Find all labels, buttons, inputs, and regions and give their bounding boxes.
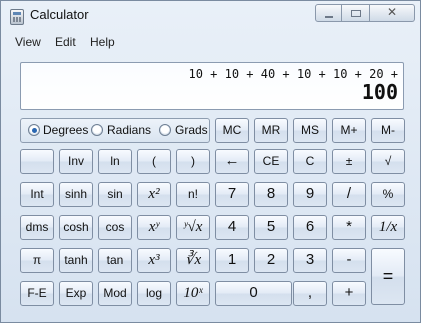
grads-radio[interactable] xyxy=(159,124,171,136)
ms-button[interactable]: MS xyxy=(293,118,327,143)
add-button[interactable]: + xyxy=(332,281,366,306)
mr-button[interactable]: MR xyxy=(254,118,288,143)
subtract-button[interactable]: - xyxy=(332,248,366,273)
digit-0-button[interactable]: 0 xyxy=(215,281,292,306)
digit-8-button[interactable]: 8 xyxy=(254,182,288,207)
title-bar[interactable]: Calculator ✕ xyxy=(1,1,420,31)
minimize-button[interactable] xyxy=(315,4,342,22)
plus-minus-button[interactable]: ± xyxy=(332,149,366,174)
tan-button[interactable]: tan xyxy=(98,248,132,273)
m-minus-button[interactable]: M- xyxy=(371,118,405,143)
window-title: Calculator xyxy=(30,7,89,22)
f-e-button[interactable]: F-E xyxy=(20,281,54,306)
digit-9-button[interactable]: 9 xyxy=(293,182,327,207)
inv-button[interactable]: Inv xyxy=(59,149,93,174)
angle-mode-group: Degrees Radians Grads xyxy=(20,118,210,143)
divide-button[interactable]: / xyxy=(332,182,366,207)
ten-power-x-button[interactable]: 10ˣ xyxy=(176,281,210,306)
close-icon: ✕ xyxy=(386,5,398,19)
result-display: 100 xyxy=(361,80,398,104)
square-root-button[interactable]: √ xyxy=(371,149,405,174)
percent-button[interactable]: % xyxy=(371,182,405,207)
grads-label[interactable]: Grads xyxy=(175,123,208,137)
expression-display: 10 + 10 + 40 + 10 + 10 + 20 + xyxy=(188,67,398,81)
x-squared-button[interactable]: x² xyxy=(137,182,171,207)
mc-button[interactable]: MC xyxy=(215,118,249,143)
menu-edit[interactable]: Edit xyxy=(55,35,76,49)
cosh-button[interactable]: cosh xyxy=(59,215,93,240)
blank-button[interactable] xyxy=(20,149,54,174)
multiply-button[interactable]: * xyxy=(332,215,366,240)
digit-5-button[interactable]: 5 xyxy=(254,215,288,240)
degrees-radio[interactable] xyxy=(28,124,40,136)
y-root-x-button[interactable]: ʸ√x xyxy=(176,215,210,240)
digit-6-button[interactable]: 6 xyxy=(293,215,327,240)
decimal-separator-button[interactable]: , xyxy=(293,281,327,306)
digit-3-button[interactable]: 3 xyxy=(293,248,327,273)
menu-help[interactable]: Help xyxy=(90,35,115,49)
maximize-icon xyxy=(351,10,361,17)
close-parenthesis-button[interactable]: ) xyxy=(176,149,210,174)
cube-root-button[interactable]: ∛x xyxy=(176,248,210,273)
dms-button[interactable]: dms xyxy=(20,215,54,240)
m-plus-button[interactable]: M+ xyxy=(332,118,366,143)
int-button[interactable]: Int xyxy=(20,182,54,207)
open-parenthesis-button[interactable]: ( xyxy=(137,149,171,174)
calculator-window: Calculator ✕ View Edit Help 10 + 10 + 40… xyxy=(0,0,421,323)
ln-button[interactable]: ln xyxy=(98,149,132,174)
backspace-button[interactable]: ← xyxy=(215,149,249,174)
digit-1-button[interactable]: 1 xyxy=(215,248,249,273)
radians-label[interactable]: Radians xyxy=(107,123,151,137)
cos-button[interactable]: cos xyxy=(98,215,132,240)
menu-view[interactable]: View xyxy=(15,35,41,49)
menu-bar: View Edit Help xyxy=(2,32,419,52)
sinh-button[interactable]: sinh xyxy=(59,182,93,207)
maximize-button[interactable] xyxy=(342,4,370,22)
digit-4-button[interactable]: 4 xyxy=(215,215,249,240)
mod-button[interactable]: Mod xyxy=(98,281,132,306)
tanh-button[interactable]: tanh xyxy=(59,248,93,273)
exp-button[interactable]: Exp xyxy=(59,281,93,306)
pi-button[interactable]: π xyxy=(20,248,54,273)
digit-7-button[interactable]: 7 xyxy=(215,182,249,207)
minimize-icon xyxy=(325,16,333,18)
x-power-y-button[interactable]: xʸ xyxy=(137,215,171,240)
log-button[interactable]: log xyxy=(137,281,171,306)
factorial-button[interactable]: n! xyxy=(176,182,210,207)
sin-button[interactable]: sin xyxy=(98,182,132,207)
degrees-label[interactable]: Degrees xyxy=(43,123,88,137)
radians-radio[interactable] xyxy=(91,124,103,136)
calculator-icon xyxy=(10,9,24,25)
x-cubed-button[interactable]: x³ xyxy=(137,248,171,273)
close-button[interactable]: ✕ xyxy=(370,4,415,22)
digit-2-button[interactable]: 2 xyxy=(254,248,288,273)
reciprocal-button[interactable]: 1/x xyxy=(371,215,405,240)
calculator-display: 10 + 10 + 40 + 10 + 10 + 20 + 100 xyxy=(20,62,404,110)
equals-button[interactable]: = xyxy=(371,248,405,305)
c-button[interactable]: C xyxy=(293,149,327,174)
ce-button[interactable]: CE xyxy=(254,149,288,174)
